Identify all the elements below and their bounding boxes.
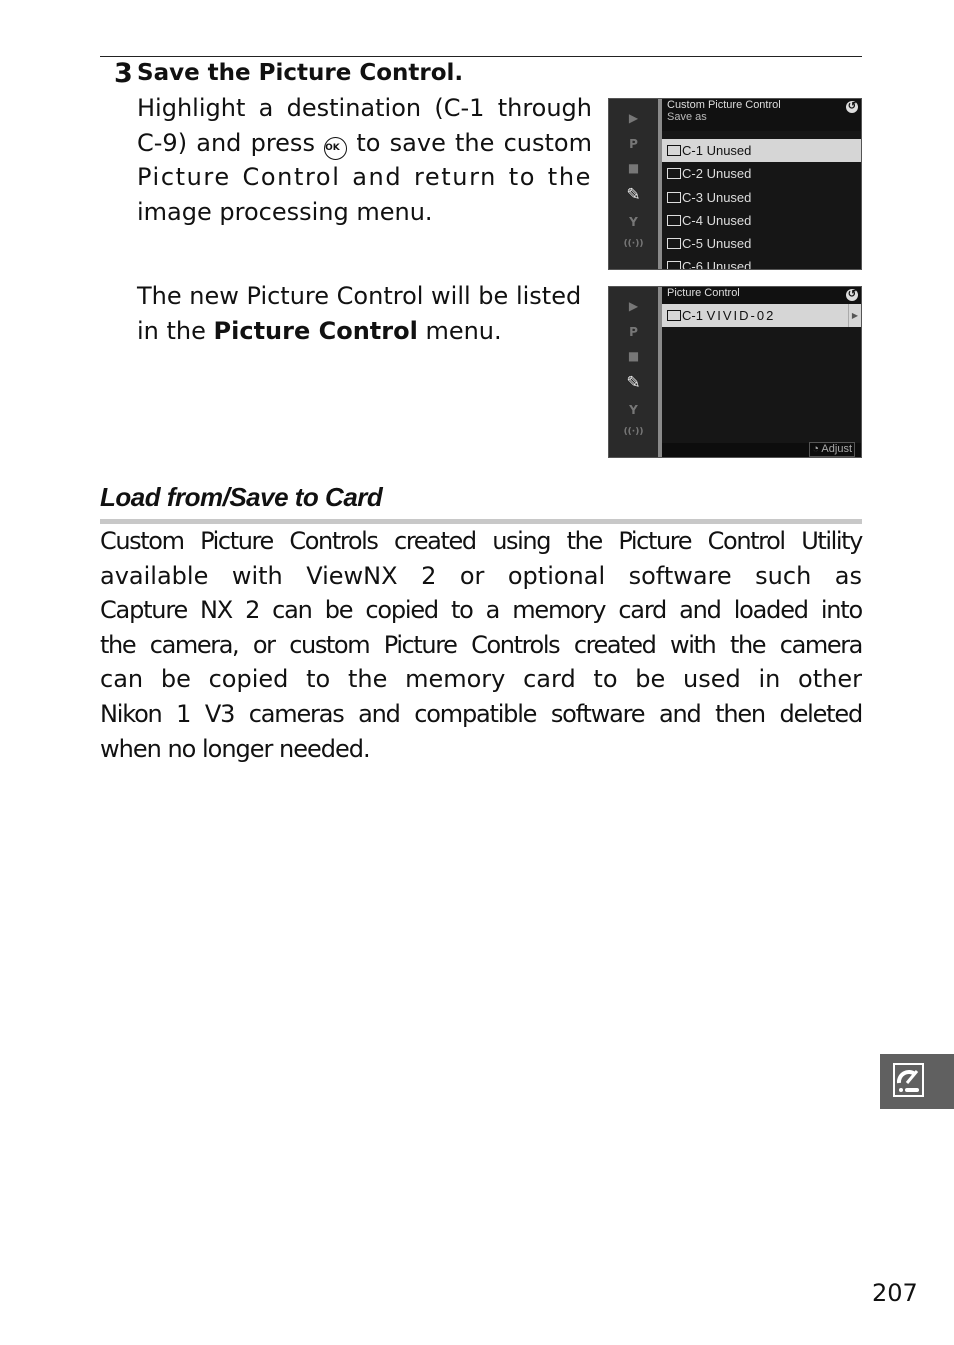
slot-id: C-1 <box>682 143 703 158</box>
page-number: 207 <box>872 1279 918 1307</box>
screen-subtitle: Save as <box>667 111 707 123</box>
slot-label: Unused <box>706 189 752 205</box>
slot-label: Unused <box>706 236 752 252</box>
back-icon: ↺ <box>846 289 858 301</box>
chevron-right-icon[interactable]: ▶ <box>848 304 861 328</box>
instruction-line: C-9) and press OK to save the custom <box>137 126 592 161</box>
picture-control-icon <box>667 238 681 250</box>
screen-header: Custom Picture Control Save as ↺ <box>662 99 861 131</box>
slot-id: C-1 <box>682 308 703 323</box>
note-text: menu. <box>417 316 502 345</box>
step-instructions: Highlight a destination (C-1 through C-9… <box>137 91 592 229</box>
slot-label: Unused <box>706 143 752 158</box>
body-line: can be copied to the memory card to be u… <box>100 665 862 694</box>
screen-header: Picture Control ↺ <box>662 287 861 304</box>
picture-control-icon <box>667 168 681 180</box>
image-processing-glyph <box>896 1070 919 1092</box>
note-menu-name: Picture Control <box>213 316 418 345</box>
instruction-line: image processing menu. <box>137 197 433 226</box>
picture-control-name: VIVID-02 <box>706 308 776 323</box>
instruction-line: Highlight a destination (C-1 through <box>137 94 592 122</box>
slot-label: Unused <box>706 259 752 270</box>
playback-icon: ▶ <box>628 111 639 125</box>
body-line: Capture NX 2 can be copied to a memory c… <box>100 596 863 625</box>
step-title: Save the Picture Control. <box>137 60 464 86</box>
camera-side-menu: ▶ P ■ ✎ Y ((·)) <box>609 287 658 457</box>
slot-row[interactable]: C-5 Unused <box>662 232 861 255</box>
screen-footer: ◔ Adjust <box>662 442 861 457</box>
playback-icon: ▶ <box>628 299 639 313</box>
top-rule <box>100 56 862 57</box>
instruction-text: C-9) and press <box>137 128 315 157</box>
image-processing-icon: ✎ <box>626 373 641 393</box>
chapter-tab <box>880 1054 954 1109</box>
picture-control-icon <box>667 214 681 226</box>
body-line: available with ViewNX 2 or optional soft… <box>100 561 862 590</box>
screen-title: Custom Picture Control <box>667 99 781 111</box>
slot-row[interactable]: C-4 Unused <box>662 209 861 232</box>
ok-button-icon: OK <box>324 136 348 160</box>
instruction-text: to save the custom <box>356 128 592 157</box>
slot-row[interactable]: C-2 Unused <box>662 162 861 185</box>
body-line: Nikon 1 V3 cameras and compatible softwa… <box>100 699 863 728</box>
adjust-label: Adjust <box>821 443 852 455</box>
slot-id: C-2 <box>682 166 703 182</box>
body-line: when no longer needed. <box>100 734 371 763</box>
section-body: Custom Picture Controls created using th… <box>100 524 863 766</box>
slot-row[interactable]: C-3 Unused <box>662 186 861 209</box>
picture-control-icon <box>667 261 681 269</box>
slot-id: C-5 <box>682 236 703 252</box>
body-line: Custom Picture Controls created using th… <box>100 527 863 555</box>
shooting-mode-p-icon: P <box>629 137 638 151</box>
wireless-icon: ((·)) <box>623 239 644 249</box>
slot-row[interactable]: C-1 Unused <box>662 139 861 163</box>
picture-control-icon <box>667 145 681 156</box>
image-processing-icon: ✎ <box>626 185 641 205</box>
setup-icon: Y <box>629 403 638 417</box>
adjust-hint: ◔ Adjust <box>809 442 855 457</box>
slot-label: Unused <box>706 212 752 228</box>
picture-control-row[interactable]: C-1 VIVID-02 ▶ <box>662 304 861 328</box>
picture-control-icon <box>667 310 681 321</box>
result-note: The new Picture Control will be listed i… <box>137 279 592 348</box>
slot-list: C-1 Unused C-2 Unused C-3 Unused C-4 Unu… <box>662 139 861 270</box>
movie-icon: ■ <box>627 349 640 363</box>
instruction-line: Picture Control and return to the <box>137 163 592 192</box>
step-number: 3 <box>114 58 133 89</box>
shooting-mode-p-icon: P <box>629 325 638 339</box>
screen-title: Picture Control <box>667 287 740 299</box>
wireless-icon: ((·)) <box>623 427 644 437</box>
camera-screen-save-as: ▶ P ■ ✎ Y ((·)) Custom Picture Control S… <box>608 98 862 270</box>
section-title: Load from/Save to Card <box>100 482 383 512</box>
body-line: the camera, or custom Picture Controls c… <box>100 630 863 659</box>
slot-label: Unused <box>706 166 752 182</box>
slot-id: C-6 <box>682 259 703 270</box>
picture-control-icon <box>667 191 681 203</box>
camera-screen-picture-control: ▶ P ■ ✎ Y ((·)) Picture Control ↺ C-1 VI… <box>608 286 862 458</box>
image-processing-menu-icon <box>893 1063 924 1097</box>
slot-row[interactable]: C-6 Unused <box>662 255 861 270</box>
movie-icon: ■ <box>627 161 640 175</box>
slot-id: C-4 <box>682 212 703 228</box>
back-icon: ↺ <box>846 101 858 113</box>
picture-control-list: C-1 VIVID-02 ▶ <box>662 304 861 328</box>
slot-id: C-3 <box>682 189 703 205</box>
setup-icon: Y <box>629 215 638 229</box>
camera-side-menu: ▶ P ■ ✎ Y ((·)) <box>609 99 658 269</box>
